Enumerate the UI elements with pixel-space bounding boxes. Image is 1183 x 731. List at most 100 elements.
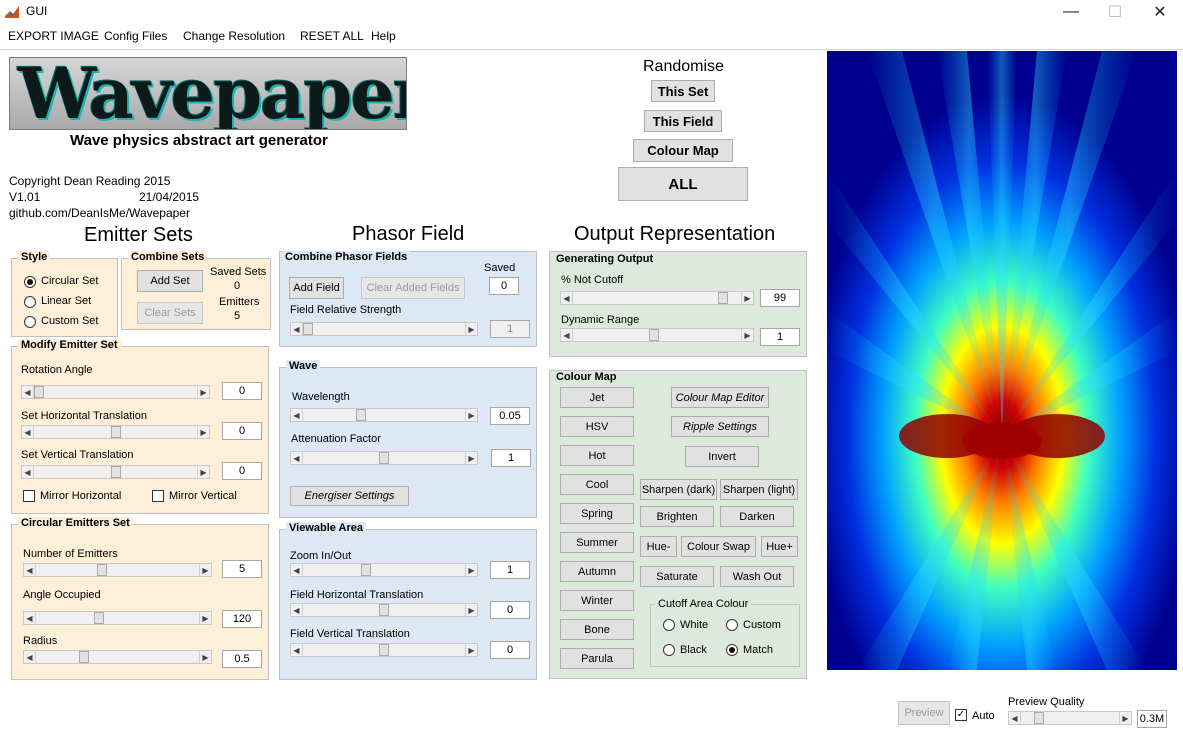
- attenuation-factor-input[interactable]: 1: [491, 449, 531, 467]
- invert-button[interactable]: Invert: [685, 446, 759, 467]
- slider-left-arrow-icon[interactable]: ◀: [24, 651, 36, 663]
- clear-sets-button[interactable]: Clear Sets: [137, 302, 203, 324]
- slider-thumb[interactable]: [97, 564, 107, 576]
- style-linear-radio[interactable]: [24, 296, 36, 308]
- colourmap-hot-button[interactable]: Hot: [560, 445, 634, 466]
- set-vertical-translation-input[interactable]: 0: [222, 462, 262, 480]
- sharpen-dark-button[interactable]: Sharpen (dark): [640, 479, 717, 500]
- hue-minus-button[interactable]: Hue-: [640, 536, 677, 557]
- slider-right-arrow-icon[interactable]: ▶: [199, 564, 211, 576]
- close-button[interactable]: ✕: [1137, 0, 1183, 24]
- slider-right-arrow-icon[interactable]: ▶: [1119, 712, 1131, 724]
- randomise-colour-map-button[interactable]: Colour Map: [633, 139, 733, 162]
- set-horizontal-translation-input[interactable]: 0: [222, 422, 262, 440]
- zoom-slider[interactable]: ◀ ▶: [290, 563, 478, 577]
- energiser-settings-button[interactable]: Energiser Settings: [290, 486, 409, 506]
- colourmap-spring-button[interactable]: Spring: [560, 503, 634, 524]
- wash-out-button[interactable]: Wash Out: [720, 566, 794, 587]
- slider-thumb[interactable]: [718, 292, 728, 304]
- colourmap-autumn-button[interactable]: Autumn: [560, 561, 634, 582]
- clear-added-fields-button[interactable]: Clear Added Fields: [361, 277, 465, 299]
- auto-checkbox[interactable]: ✓: [955, 709, 967, 721]
- slider-right-arrow-icon[interactable]: ▶: [465, 644, 477, 656]
- slider-right-arrow-icon[interactable]: ▶: [465, 323, 477, 335]
- slider-left-arrow-icon[interactable]: ◀: [22, 466, 34, 478]
- cutoff-black-radio[interactable]: [663, 644, 675, 656]
- slider-left-arrow-icon[interactable]: ◀: [291, 564, 303, 576]
- slider-thumb[interactable]: [94, 612, 104, 624]
- style-circular-radio[interactable]: [24, 276, 36, 288]
- preview-quality-input[interactable]: 0.3M: [1137, 710, 1167, 728]
- dynamic-range-slider[interactable]: ◀ ▶: [560, 328, 754, 342]
- slider-thumb[interactable]: [34, 386, 44, 398]
- number-of-emitters-input[interactable]: 5: [222, 560, 262, 578]
- slider-thumb[interactable]: [379, 452, 389, 464]
- number-of-emitters-slider[interactable]: ◀ ▶: [23, 563, 212, 577]
- colourmap-bone-button[interactable]: Bone: [560, 619, 634, 640]
- menu-config-files[interactable]: Config Files: [104, 29, 167, 43]
- hue-plus-button[interactable]: Hue+: [761, 536, 798, 557]
- colour-swap-button[interactable]: Colour Swap: [681, 536, 756, 557]
- colourmap-parula-button[interactable]: Parula: [560, 648, 634, 669]
- slider-thumb[interactable]: [356, 409, 366, 421]
- attenuation-factor-slider[interactable]: ◀ ▶: [290, 451, 478, 465]
- slider-right-arrow-icon[interactable]: ▶: [741, 329, 753, 341]
- mirror-vertical-checkbox[interactable]: [152, 490, 164, 502]
- slider-left-arrow-icon[interactable]: ◀: [1009, 712, 1021, 724]
- slider-right-arrow-icon[interactable]: ▶: [199, 612, 211, 624]
- not-cutoff-slider[interactable]: ◀ ▶: [560, 291, 754, 305]
- radius-input[interactable]: 0.5: [222, 650, 262, 668]
- wavelength-slider[interactable]: ◀ ▶: [290, 408, 478, 422]
- slider-left-arrow-icon[interactable]: ◀: [561, 329, 573, 341]
- slider-left-arrow-icon[interactable]: ◀: [291, 452, 303, 464]
- colourmap-summer-button[interactable]: Summer: [560, 532, 634, 553]
- cutoff-match-radio[interactable]: [726, 644, 738, 656]
- add-set-button[interactable]: Add Set: [137, 270, 203, 292]
- style-custom-radio[interactable]: [24, 316, 36, 328]
- menu-export-image[interactable]: EXPORT IMAGE: [8, 29, 99, 43]
- field-relative-strength-input[interactable]: 1: [490, 320, 530, 338]
- colourmap-jet-button[interactable]: Jet: [560, 387, 634, 408]
- field-horizontal-translation-slider[interactable]: ◀ ▶: [290, 603, 478, 617]
- slider-thumb[interactable]: [1034, 712, 1044, 724]
- rotation-angle-input[interactable]: 0: [222, 382, 262, 400]
- cutoff-white-radio[interactable]: [663, 619, 675, 631]
- slider-thumb[interactable]: [649, 329, 659, 341]
- darken-button[interactable]: Darken: [720, 506, 794, 527]
- slider-right-arrow-icon[interactable]: ▶: [197, 466, 209, 478]
- slider-right-arrow-icon[interactable]: ▶: [465, 452, 477, 464]
- slider-thumb[interactable]: [111, 466, 121, 478]
- slider-right-arrow-icon[interactable]: ▶: [741, 292, 753, 304]
- saturate-button[interactable]: Saturate: [640, 566, 714, 587]
- preview-quality-slider[interactable]: ◀ ▶: [1008, 711, 1132, 725]
- slider-thumb[interactable]: [111, 426, 121, 438]
- preview-button[interactable]: Preview: [898, 701, 950, 725]
- slider-right-arrow-icon[interactable]: ▶: [465, 409, 477, 421]
- slider-left-arrow-icon[interactable]: ◀: [291, 409, 303, 421]
- colourmap-cool-button[interactable]: Cool: [560, 474, 634, 495]
- rotation-angle-slider[interactable]: ◀ ▶: [21, 385, 210, 399]
- slider-right-arrow-icon[interactable]: ▶: [199, 651, 211, 663]
- slider-thumb[interactable]: [361, 564, 371, 576]
- radius-slider[interactable]: ◀ ▶: [23, 650, 212, 664]
- minimize-button[interactable]: —: [1048, 0, 1094, 24]
- menu-reset-all[interactable]: RESET ALL: [300, 29, 364, 43]
- sharpen-light-button[interactable]: Sharpen (light): [720, 479, 798, 500]
- mirror-horizontal-checkbox[interactable]: [23, 490, 35, 502]
- slider-thumb[interactable]: [379, 604, 389, 616]
- maximize-button[interactable]: ☐: [1092, 0, 1138, 24]
- cutoff-custom-radio[interactable]: [726, 619, 738, 631]
- slider-left-arrow-icon[interactable]: ◀: [291, 644, 303, 656]
- set-horizontal-translation-slider[interactable]: ◀ ▶: [21, 425, 210, 439]
- slider-thumb[interactable]: [303, 323, 313, 335]
- field-relative-strength-slider[interactable]: ◀ ▶: [290, 322, 478, 336]
- randomise-this-set-button[interactable]: This Set: [651, 80, 715, 102]
- wavelength-input[interactable]: 0.05: [490, 407, 530, 425]
- slider-left-arrow-icon[interactable]: ◀: [291, 604, 303, 616]
- slider-right-arrow-icon[interactable]: ▶: [465, 564, 477, 576]
- slider-left-arrow-icon[interactable]: ◀: [291, 323, 303, 335]
- brighten-button[interactable]: Brighten: [640, 506, 714, 527]
- slider-thumb[interactable]: [79, 651, 89, 663]
- not-cutoff-input[interactable]: 99: [760, 289, 800, 307]
- field-horizontal-translation-input[interactable]: 0: [490, 601, 530, 619]
